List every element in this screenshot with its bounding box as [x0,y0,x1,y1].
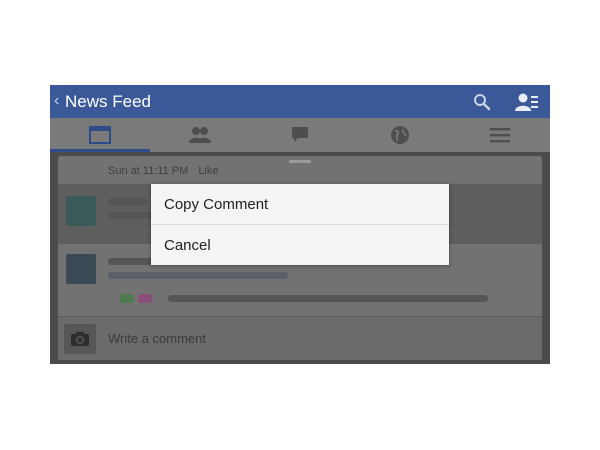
tab-bar [50,118,550,152]
drag-handle[interactable] [289,160,311,163]
messages-icon [292,127,308,142]
blurred-text [108,198,148,205]
globe-icon [391,126,409,144]
page-title[interactable]: News Feed [65,92,151,112]
tab-messages[interactable] [250,118,350,152]
tab-news-feed[interactable] [50,118,150,152]
commenter-avatar[interactable] [66,196,96,226]
friends-icon [189,127,211,143]
friend-requests-icon[interactable] [515,92,539,112]
active-tab-indicator [50,149,150,152]
blurred-link-thumb [138,294,152,303]
blurred-text [168,295,488,302]
comment-composer: Write a comment [58,316,542,360]
cancel-option[interactable]: Cancel [151,225,449,265]
context-menu: Copy Comment Cancel [151,184,449,265]
news-feed-icon [89,126,111,144]
commenter-avatar[interactable] [66,254,96,284]
tab-friends[interactable] [150,118,250,152]
tab-notifications[interactable] [350,118,450,152]
comment-input[interactable]: Write a comment [108,331,206,346]
camera-icon [71,332,89,346]
top-bar: ‹ News Feed [50,85,550,118]
search-icon[interactable] [473,93,491,111]
camera-button[interactable] [64,324,96,354]
post-meta: Sun at 11:11 PM Like [108,165,219,177]
back-chevron-icon[interactable]: ‹ [54,92,59,110]
post-timestamp: Sun at 11:11 PM [108,165,189,177]
copy-comment-option[interactable]: Copy Comment [151,184,449,224]
tab-more[interactable] [450,118,550,152]
blurred-link-thumb [120,294,134,303]
menu-icon [490,128,510,143]
blurred-text [108,272,288,279]
like-link[interactable]: Like [198,165,218,177]
